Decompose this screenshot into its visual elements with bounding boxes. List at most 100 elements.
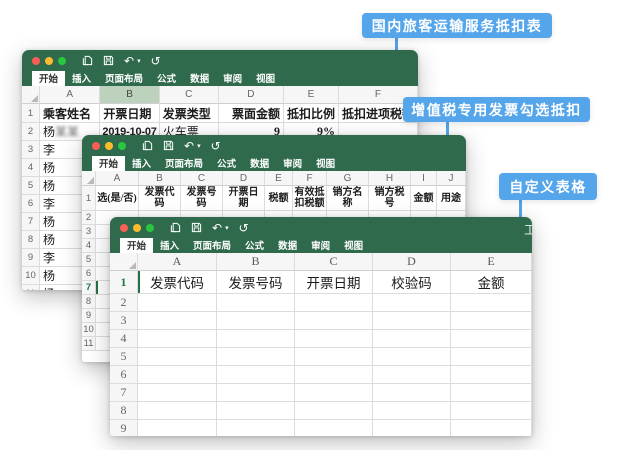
row-header-5[interactable]: 5 [22, 177, 40, 195]
cell-E3[interactable] [451, 312, 532, 330]
cell-E1[interactable]: 抵扣比例 [284, 104, 339, 123]
cell-A6[interactable] [138, 366, 217, 384]
column-header-J[interactable]: J [437, 171, 466, 186]
ribbon-tab-公式[interactable]: 公式 [210, 154, 243, 171]
select-all-corner[interactable] [82, 171, 96, 186]
redo-icon[interactable]: ↺ [151, 55, 161, 67]
row-header-3[interactable]: 3 [22, 141, 40, 159]
cell-C6[interactable] [295, 366, 373, 384]
save-icon[interactable] [191, 222, 202, 233]
cell-B6[interactable] [217, 366, 295, 384]
row-header-6[interactable]: 6 [22, 195, 40, 213]
undo-dropdown-icon[interactable]: ▾ [225, 225, 229, 232]
cell-D7[interactable] [373, 384, 451, 402]
cell-A3[interactable] [138, 312, 217, 330]
cell-E8[interactable] [451, 402, 532, 420]
column-header-C[interactable]: C [295, 253, 373, 271]
cell-A8[interactable] [138, 402, 217, 420]
cell-D3[interactable] [373, 312, 451, 330]
zoom-button[interactable] [58, 57, 66, 65]
column-header-C[interactable]: C [181, 171, 223, 186]
cell-B7[interactable] [217, 384, 295, 402]
cell-D4[interactable] [373, 330, 451, 348]
row-header-7[interactable]: 7 [22, 213, 40, 231]
cell-I1[interactable]: 金额 [411, 186, 437, 211]
row-header-9[interactable]: 9 [22, 249, 40, 267]
row-header-4[interactable]: 4 [82, 239, 96, 253]
row-header-3[interactable]: 3 [110, 312, 138, 330]
ribbon-tab-公式[interactable]: 公式 [150, 69, 183, 86]
cell-E7[interactable] [451, 384, 532, 402]
minimize-button[interactable] [133, 224, 141, 232]
cell-A2[interactable] [138, 294, 217, 312]
cell-G1[interactable]: 销方名称 [327, 186, 369, 211]
row-header-10[interactable]: 10 [82, 323, 96, 337]
column-header-D[interactable]: D [223, 171, 265, 186]
row-header-8[interactable]: 8 [110, 402, 138, 420]
row-header-5[interactable]: 5 [110, 348, 138, 366]
column-header-B[interactable]: B [217, 253, 295, 271]
cell-C7[interactable] [295, 384, 373, 402]
ribbon-tab-开始[interactable]: 开始 [92, 154, 125, 171]
ribbon-tab-审阅[interactable]: 审阅 [216, 69, 249, 86]
cell-D8[interactable] [373, 402, 451, 420]
row-header-8[interactable]: 8 [82, 295, 96, 309]
row-header-11[interactable]: 11 [82, 337, 96, 351]
row-header-1[interactable]: 1 [82, 186, 96, 211]
ribbon-tab-视图[interactable]: 视图 [249, 69, 282, 86]
row-header-11[interactable]: 11 [22, 285, 40, 290]
ribbon-tab-开始[interactable]: 开始 [120, 236, 153, 253]
cell-D1[interactable]: 校验码 [373, 271, 451, 294]
cell-E5[interactable] [451, 348, 532, 366]
close-button[interactable] [120, 224, 128, 232]
cell-C2[interactable] [295, 294, 373, 312]
cell-B1[interactable]: 开票日期 [100, 104, 159, 123]
cell-A9[interactable] [138, 420, 217, 436]
column-header-A[interactable]: A [138, 253, 217, 271]
titlebar[interactable]: ↶ ▾ ↺ [82, 135, 466, 156]
select-all-corner[interactable] [110, 253, 138, 271]
column-header-B[interactable]: B [139, 171, 181, 186]
cell-C4[interactable] [295, 330, 373, 348]
column-header-E[interactable]: E [284, 86, 339, 104]
close-button[interactable] [92, 142, 100, 150]
cell-B9[interactable] [217, 420, 295, 436]
redo-icon[interactable]: ↺ [211, 140, 221, 152]
cell-E4[interactable] [451, 330, 532, 348]
ribbon-tab-审阅[interactable]: 审阅 [276, 154, 309, 171]
column-header-A[interactable]: A [40, 86, 100, 104]
titlebar[interactable]: ↶ ▾ ↺ 工 [110, 217, 532, 238]
row-header-1[interactable]: 1 [22, 104, 40, 123]
column-header-H[interactable]: H [369, 171, 411, 186]
column-header-I[interactable]: I [411, 171, 437, 186]
save-icon[interactable] [163, 140, 174, 151]
cell-C1[interactable]: 发票类型 [160, 104, 219, 123]
ribbon-tab-插入[interactable]: 插入 [65, 69, 98, 86]
cell-C3[interactable] [295, 312, 373, 330]
cell-D1[interactable]: 开票日期 [223, 186, 265, 211]
row-header-9[interactable]: 9 [82, 309, 96, 323]
minimize-button[interactable] [105, 142, 113, 150]
new-document-icon[interactable] [142, 140, 153, 151]
row-header-6[interactable]: 6 [82, 267, 96, 281]
select-all-corner[interactable] [22, 86, 40, 104]
row-header-10[interactable]: 10 [22, 267, 40, 285]
ribbon-tab-插入[interactable]: 插入 [153, 236, 186, 253]
column-header-E[interactable]: E [451, 253, 532, 271]
cell-D6[interactable] [373, 366, 451, 384]
cell-B4[interactable] [217, 330, 295, 348]
undo-dropdown-icon[interactable]: ▾ [197, 143, 201, 150]
column-header-F[interactable]: F [293, 171, 327, 186]
row-header-4[interactable]: 4 [22, 159, 40, 177]
cell-D2[interactable] [373, 294, 451, 312]
row-header-7[interactable]: 7 [82, 281, 96, 295]
undo-icon[interactable]: ↶ [184, 140, 194, 152]
cell-H1[interactable]: 销方税号 [369, 186, 411, 211]
cell-A1[interactable]: 乘客姓名 [40, 104, 100, 123]
cell-E1[interactable]: 税额 [265, 186, 293, 211]
row-header-1[interactable]: 1 [110, 271, 138, 294]
cell-C1[interactable]: 开票日期 [295, 271, 373, 294]
ribbon-tab-页面布局[interactable]: 页面布局 [186, 236, 238, 253]
minimize-button[interactable] [45, 57, 53, 65]
row-header-2[interactable]: 2 [22, 123, 40, 141]
